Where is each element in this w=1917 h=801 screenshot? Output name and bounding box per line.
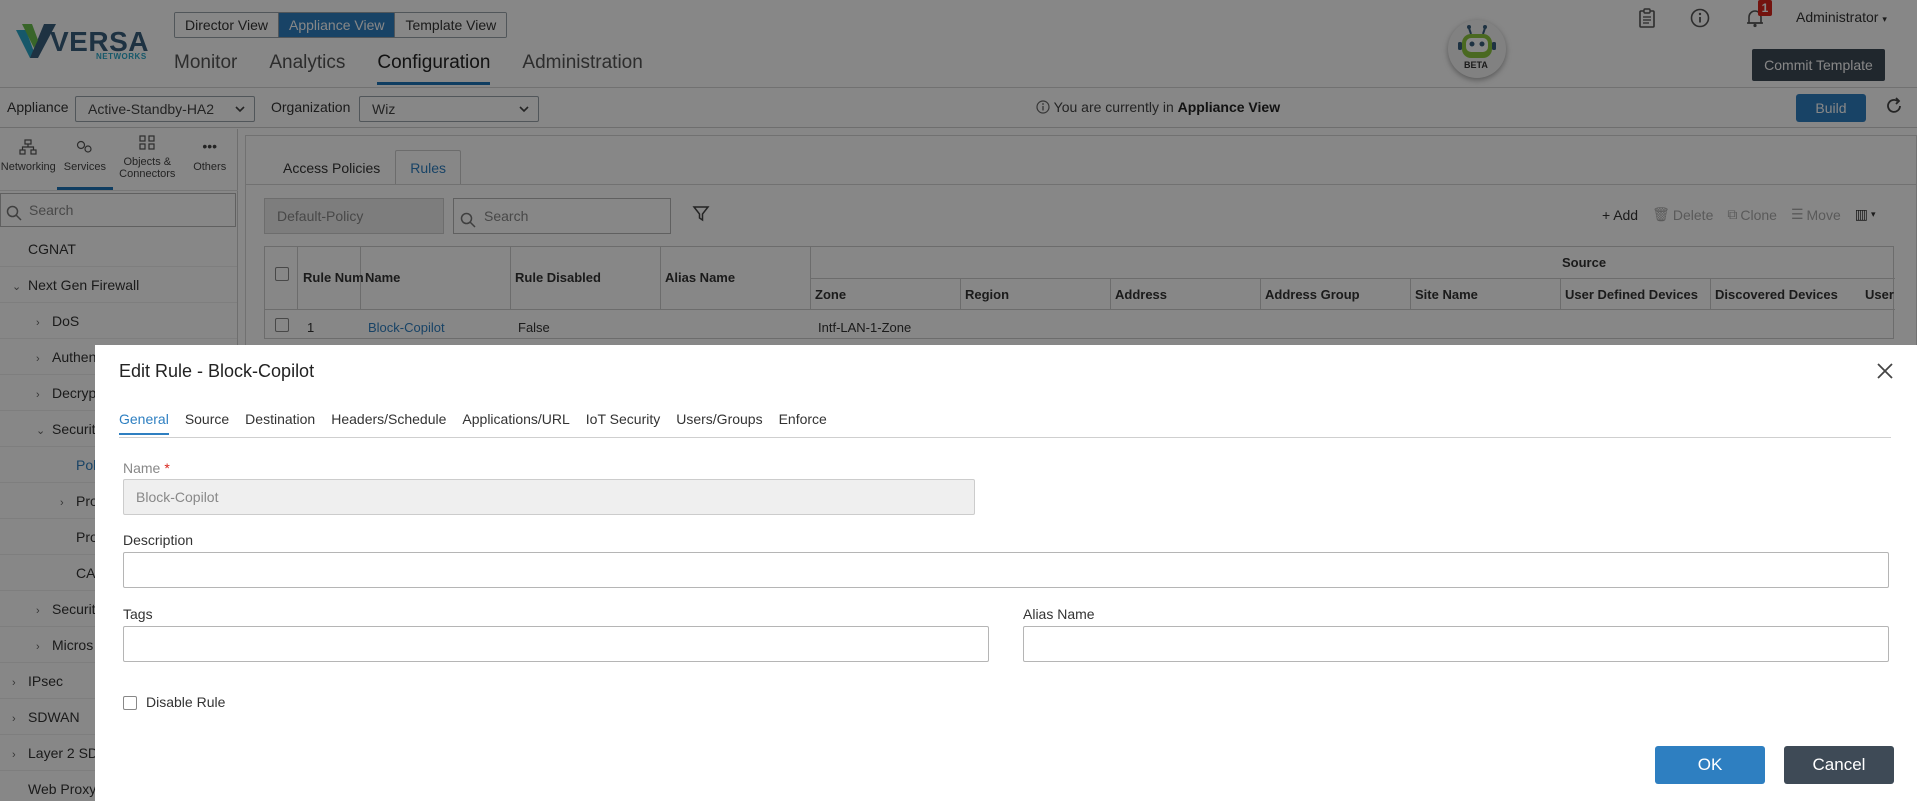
name-label: Name * — [123, 460, 170, 476]
cancel-button[interactable]: Cancel — [1784, 746, 1894, 784]
tab-users-groups[interactable]: Users/Groups — [676, 411, 762, 435]
disable-rule-checkbox[interactable] — [123, 696, 137, 710]
tab-applications-url[interactable]: Applications/URL — [462, 411, 569, 435]
tab-destination[interactable]: Destination — [245, 411, 315, 435]
tab-general[interactable]: General — [119, 411, 169, 435]
tab-source[interactable]: Source — [185, 411, 229, 435]
description-field[interactable] — [123, 552, 1889, 588]
tab-iot-security[interactable]: IoT Security — [586, 411, 660, 435]
tab-headers-schedule[interactable]: Headers/Schedule — [331, 411, 446, 435]
tags-label: Tags — [123, 606, 153, 622]
tags-field[interactable] — [123, 626, 989, 662]
alias-name-label: Alias Name — [1023, 606, 1095, 622]
description-label: Description — [123, 532, 194, 548]
required-marker: * — [164, 460, 170, 476]
disable-rule-label[interactable]: Disable Rule — [146, 694, 225, 710]
edit-rule-dialog: Edit Rule - Block-Copilot General Source… — [95, 345, 1917, 801]
name-label-text: Name — [123, 460, 161, 476]
dialog-title: Edit Rule - Block-Copilot — [119, 361, 315, 381]
name-field[interactable]: Block-Copilot — [123, 479, 975, 515]
ok-button[interactable]: OK — [1655, 746, 1765, 784]
tab-enforce[interactable]: Enforce — [779, 411, 827, 435]
close-icon[interactable] — [1875, 361, 1899, 385]
dialog-tabs: General Source Destination Headers/Sched… — [119, 411, 843, 435]
dialog-tab-divider — [119, 437, 1891, 438]
alias-name-field[interactable] — [1023, 626, 1889, 662]
